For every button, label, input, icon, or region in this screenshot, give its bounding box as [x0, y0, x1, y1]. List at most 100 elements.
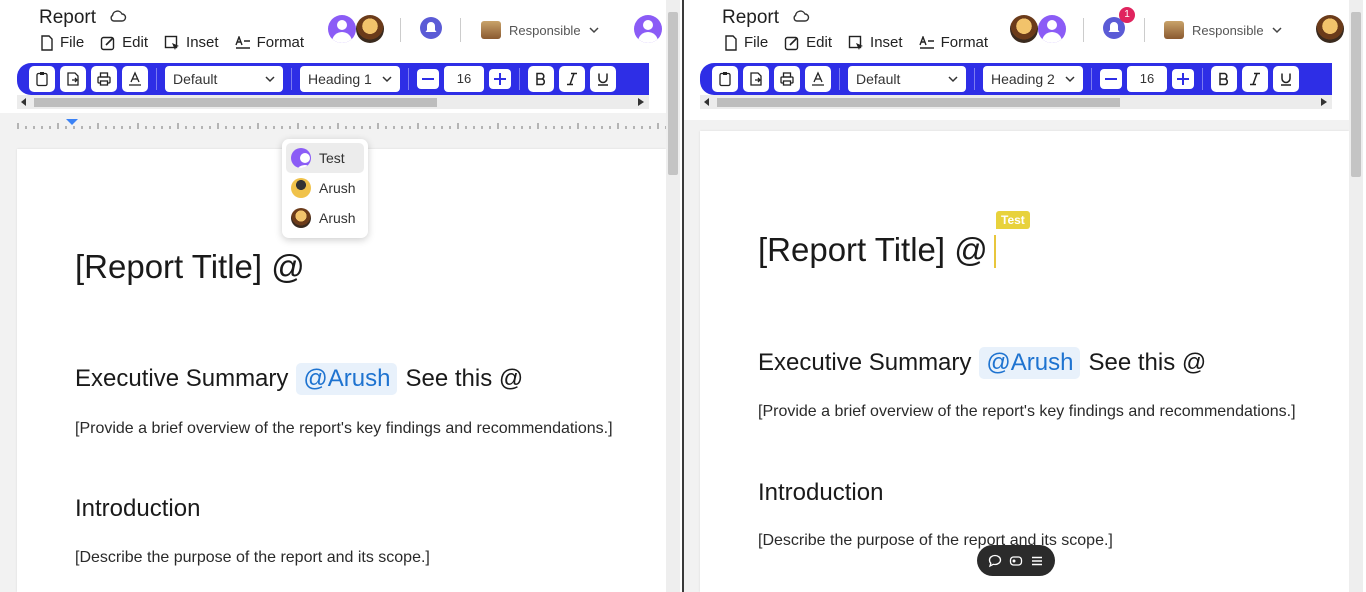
menu-file[interactable]: File	[724, 34, 768, 51]
bold-button[interactable]	[1211, 66, 1237, 92]
mention-option-arush[interactable]: Arush	[286, 173, 364, 203]
menu-format-label: Format	[256, 34, 305, 51]
font-size-decrease-button[interactable]	[1100, 69, 1122, 89]
doc-heading-introduction[interactable]: Introduction	[75, 495, 200, 523]
text-color-button[interactable]	[805, 66, 831, 92]
avatar-arush[interactable]	[1010, 15, 1038, 43]
menu-edit[interactable]: Edit	[784, 34, 832, 51]
heading-select[interactable]: Heading 1	[300, 66, 400, 92]
menu-file-label: File	[60, 34, 85, 51]
menu-format[interactable]: Format	[918, 34, 988, 51]
bell-icon[interactable]	[420, 17, 442, 39]
avatar-test[interactable]	[328, 15, 356, 43]
doc-paragraph-summary[interactable]: [Provide a brief overview of the report'…	[758, 403, 1296, 421]
mention-chip[interactable]: @Arush	[979, 347, 1081, 379]
chevron-down-icon	[265, 75, 275, 82]
font-size-decrease-button[interactable]	[417, 69, 439, 89]
collaborator-selector[interactable]: Responsible	[481, 21, 599, 39]
italic-button[interactable]	[559, 66, 585, 92]
style-select[interactable]: Default	[165, 66, 283, 92]
doc-heading-title[interactable]: [Report Title] @	[75, 248, 305, 286]
font-size-increase-button[interactable]	[1172, 69, 1194, 89]
doc-paragraph-summary[interactable]: [Provide a brief overview of the report'…	[75, 420, 613, 438]
doc-heading-introduction[interactable]: Introduction	[758, 479, 883, 507]
toolbar-separator	[156, 68, 157, 90]
underline-button[interactable]	[1273, 66, 1299, 92]
scrollbar-thumb[interactable]	[668, 12, 678, 175]
font-size-input[interactable]: 16	[444, 66, 484, 92]
heading-select-value: Heading 2	[991, 71, 1055, 87]
mention-option-test[interactable]: Test	[286, 143, 364, 173]
avatar-arush[interactable]	[356, 15, 384, 43]
mention-suggestion-popup: Test Arush Arush	[282, 139, 368, 238]
text-color-icon	[129, 71, 141, 86]
scrollbar-thumb[interactable]	[34, 98, 437, 107]
scrollbar-thumb[interactable]	[1351, 12, 1361, 177]
doc-title[interactable]: Report	[722, 7, 779, 29]
menu-format[interactable]: Format	[234, 34, 305, 51]
doc-heading-executive-summary[interactable]: Executive Summary @Arush See this @	[758, 347, 1206, 379]
bold-icon	[1219, 72, 1228, 86]
italic-icon	[567, 72, 577, 86]
print-button[interactable]	[774, 66, 800, 92]
heading-select[interactable]: Heading 2	[983, 66, 1083, 92]
scrollbar-thumb[interactable]	[717, 98, 1120, 107]
doc-heading-executive-summary[interactable]: Executive Summary @Arush See this @	[75, 363, 523, 395]
collaborator-selector[interactable]: Responsible	[1164, 21, 1282, 39]
italic-button[interactable]	[1242, 66, 1268, 92]
style-select[interactable]: Default	[848, 66, 966, 92]
file-icon	[41, 34, 53, 51]
export-button[interactable]	[60, 66, 86, 92]
menu-inset[interactable]: Inset	[848, 34, 903, 51]
doc-title[interactable]: Report	[39, 7, 96, 29]
avatar	[291, 178, 311, 198]
underline-icon	[598, 73, 608, 86]
document-page[interactable]: [Report Title] @ Executive Summary @Arus…	[700, 131, 1349, 592]
scroll-left-icon[interactable]	[704, 98, 710, 106]
ruler[interactable]	[16, 119, 666, 131]
avatar-test[interactable]	[1038, 15, 1066, 43]
print-icon	[97, 72, 111, 86]
paste-button[interactable]	[712, 66, 738, 92]
bold-icon	[536, 72, 545, 86]
doc-paragraph-introduction[interactable]: [Describe the purpose of the report and …	[758, 532, 1113, 550]
vertical-scrollbar[interactable]	[1349, 0, 1363, 592]
heading-text: Executive Summary	[758, 349, 972, 376]
scroll-right-icon[interactable]	[638, 98, 644, 106]
bold-button[interactable]	[528, 66, 554, 92]
chevron-down-icon	[1272, 26, 1282, 33]
toolbar-separator	[839, 68, 840, 90]
export-button[interactable]	[743, 66, 769, 92]
list-icon[interactable]	[1030, 554, 1044, 568]
doc-paragraph-introduction[interactable]: [Describe the purpose of the report and …	[75, 549, 430, 567]
toolbar-separator	[408, 68, 409, 90]
doc-heading-title[interactable]: [Report Title] @	[758, 231, 988, 269]
toolbar-separator	[1091, 68, 1092, 90]
paste-button[interactable]	[29, 66, 55, 92]
horizontal-scrollbar[interactable]	[700, 95, 1332, 109]
font-size-increase-button[interactable]	[489, 69, 511, 89]
heading-text: See this @	[1088, 349, 1207, 376]
insert-icon	[848, 35, 864, 50]
menu-inset[interactable]: Inset	[164, 34, 219, 51]
chevron-down-icon	[1065, 75, 1075, 82]
print-icon	[780, 72, 794, 86]
scroll-right-icon[interactable]	[1321, 98, 1327, 106]
avatar-user[interactable]	[1316, 15, 1344, 43]
horizontal-scrollbar[interactable]	[17, 95, 649, 109]
print-button[interactable]	[91, 66, 117, 92]
menu-edit[interactable]: Edit	[100, 34, 148, 51]
mention-option-arush[interactable]: Arush	[286, 203, 364, 233]
text-color-button[interactable]	[122, 66, 148, 92]
avatar-user[interactable]	[634, 15, 662, 43]
mention-chip[interactable]: @Arush	[296, 363, 398, 395]
vertical-scrollbar[interactable]	[666, 0, 680, 592]
history-icon[interactable]	[1009, 554, 1023, 568]
menu-file[interactable]: File	[40, 34, 84, 51]
underline-button[interactable]	[590, 66, 616, 92]
scroll-left-icon[interactable]	[21, 98, 27, 106]
font-size-input[interactable]: 16	[1127, 66, 1167, 92]
chevron-down-icon	[948, 75, 958, 82]
format-toolbar: Default Heading 1 16	[17, 63, 649, 95]
comment-icon[interactable]	[988, 554, 1002, 568]
